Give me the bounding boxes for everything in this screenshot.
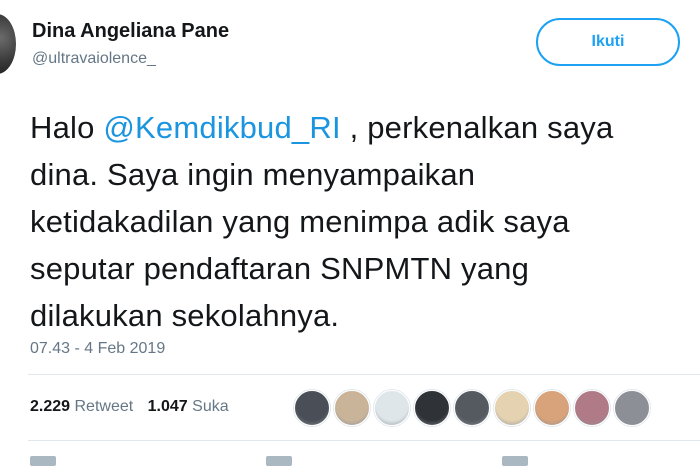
user-name[interactable]: Dina Angeliana Pane (32, 20, 229, 43)
liker-avatar[interactable] (494, 390, 530, 426)
divider (28, 374, 700, 375)
tweet-line-3: ketidakadilan yang menimpa adik saya (30, 204, 570, 239)
avatar[interactable] (0, 14, 16, 74)
liker-avatar[interactable] (414, 390, 450, 426)
liker-avatar[interactable] (534, 390, 570, 426)
tweet-line-4: seputar pendaftaran SNPMTN yang (30, 251, 530, 286)
retweet-label[interactable]: Retweet (75, 398, 134, 415)
like-label[interactable]: Suka (192, 398, 228, 415)
mention-link[interactable]: @Kemdikbud_RI (103, 110, 340, 145)
tweet-timestamp[interactable]: 07.43 - 4 Feb 2019 (30, 340, 165, 358)
liker-avatar[interactable] (294, 390, 330, 426)
liker-avatar[interactable] (574, 390, 610, 426)
tweet-line-1-post: , perkenalkan saya (340, 110, 614, 145)
tweet-line-1: Halo @Kemdikbud_RI , perkenalkan saya (30, 104, 700, 151)
retweet-count[interactable]: 2.229 (30, 398, 70, 415)
tweet-line-2: dina. Saya ingin menyampaikan (30, 157, 476, 192)
tweet-line-5: dilakukan sekolahnya. (30, 298, 340, 333)
liker-avatar[interactable] (614, 390, 650, 426)
tweet-stats: 2.229 Retweet 1.047 Suka (30, 398, 239, 416)
liker-avatars (294, 390, 650, 426)
user-handle[interactable]: @ultravaiolence_ (32, 50, 156, 68)
follow-button[interactable]: Ikuti (536, 18, 680, 66)
like-count[interactable]: 1.047 (148, 398, 188, 415)
liker-avatar[interactable] (334, 390, 370, 426)
liker-avatar[interactable] (454, 390, 490, 426)
tweet-line-1-pre: Halo (30, 110, 104, 145)
tweet-text: Halo @Kemdikbud_RI , perkenalkan saya di… (30, 104, 700, 339)
divider (28, 440, 700, 441)
liker-avatar[interactable] (374, 390, 410, 426)
